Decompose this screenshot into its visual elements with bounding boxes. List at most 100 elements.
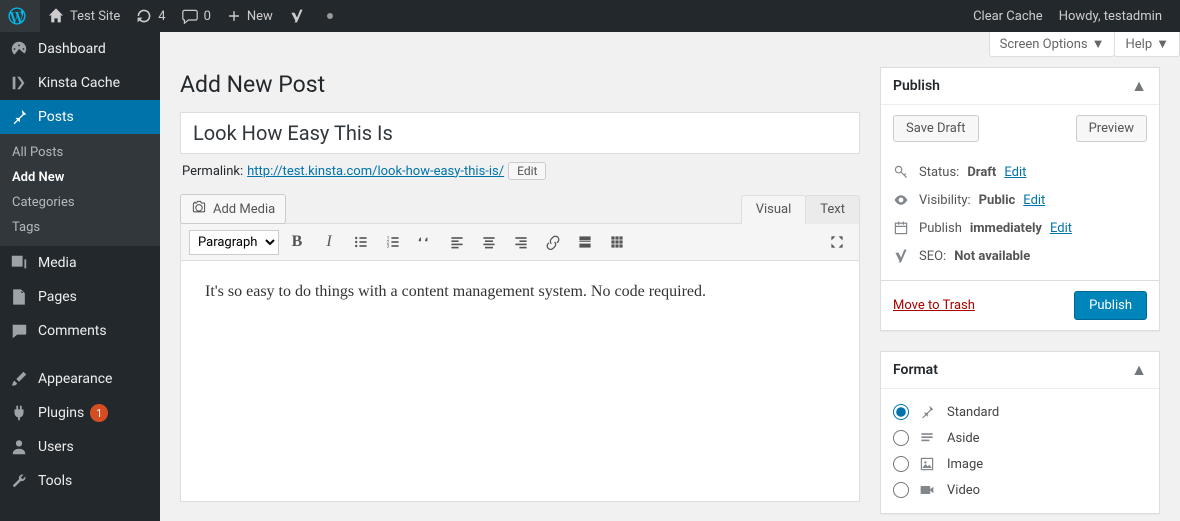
account-link[interactable]: Howdy, testadmin [1051, 0, 1170, 32]
format-aside[interactable]: Aside [893, 425, 1147, 451]
bold-button[interactable]: B [283, 228, 311, 256]
editor-text-tab[interactable]: Text [805, 195, 860, 224]
comment-icon [182, 8, 198, 24]
seo-label: SEO: [919, 249, 946, 264]
edit-status-link[interactable]: Edit [1004, 165, 1026, 180]
status-dot[interactable] [319, 0, 341, 32]
eye-icon [893, 192, 911, 208]
toolbar-toggle-button[interactable] [603, 228, 631, 256]
menu-appearance[interactable]: Appearance [0, 362, 160, 396]
aside-icon [919, 430, 937, 446]
publish-box-header[interactable]: Publish ▲ [881, 68, 1159, 105]
media-icon [10, 254, 30, 272]
visibility-label: Visibility: [919, 193, 971, 208]
new-label: New [247, 9, 273, 24]
format-image[interactable]: Image [893, 451, 1147, 477]
format-standard[interactable]: Standard [893, 399, 1147, 425]
editor-toolbar: Paragraph B I 123 [181, 224, 859, 261]
align-right-button[interactable] [507, 228, 535, 256]
align-center-button[interactable] [475, 228, 503, 256]
menu-posts[interactable]: Posts [0, 100, 160, 134]
comments-icon [10, 322, 30, 340]
preview-button[interactable]: Preview [1076, 115, 1147, 142]
permalink-row: Permalink: http://test.kinsta.com/look-h… [180, 154, 860, 194]
yoast-icon [289, 8, 305, 24]
wp-logo[interactable] [0, 0, 40, 32]
main-content: Screen Options▼ Help▼ Add New Post Perma… [160, 32, 1180, 521]
editor-visual-tab[interactable]: Visual [741, 195, 807, 224]
save-draft-button[interactable]: Save Draft [893, 115, 979, 142]
menu-pages[interactable]: Pages [0, 280, 160, 314]
link-button[interactable] [539, 228, 567, 256]
menu-tools[interactable]: Tools [0, 464, 160, 498]
wrench-icon [10, 472, 30, 490]
caret-down-icon: ▼ [1092, 36, 1105, 52]
kinsta-icon [10, 74, 30, 92]
pin-icon [919, 404, 937, 420]
image-icon [919, 456, 937, 472]
read-more-button[interactable] [571, 228, 599, 256]
align-left-button[interactable] [443, 228, 471, 256]
submenu-add-new[interactable]: Add New [0, 165, 160, 190]
plug-icon [10, 404, 30, 422]
pin-icon [10, 108, 30, 126]
format-select[interactable]: Paragraph [189, 230, 279, 255]
menu-kinsta-cache[interactable]: Kinsta Cache [0, 66, 160, 100]
circle-icon [327, 13, 333, 19]
new-content-link[interactable]: New [219, 0, 281, 32]
submenu-all-posts[interactable]: All Posts [0, 140, 160, 165]
menu-plugins[interactable]: Plugins1 [0, 396, 160, 430]
edit-date-link[interactable]: Edit [1050, 221, 1072, 236]
brush-icon [10, 370, 30, 388]
clear-cache-link[interactable]: Clear Cache [965, 0, 1051, 32]
admin-sidebar: Dashboard Kinsta Cache Posts All Posts A… [0, 32, 160, 521]
editor-container: Paragraph B I 123 It's so easy to do thi… [180, 223, 860, 502]
camera-icon [191, 199, 207, 219]
caret-up-icon: ▲ [1131, 360, 1147, 380]
yoast-icon [893, 248, 911, 264]
fullscreen-button[interactable] [823, 228, 851, 256]
italic-button[interactable]: I [315, 228, 343, 256]
edit-visibility-link[interactable]: Edit [1023, 193, 1045, 208]
comments-link[interactable]: 0 [174, 0, 219, 32]
blockquote-button[interactable] [411, 228, 439, 256]
updates-count: 4 [158, 9, 165, 24]
submenu-categories[interactable]: Categories [0, 190, 160, 215]
bulleted-list-button[interactable] [347, 228, 375, 256]
screen-options-tab[interactable]: Screen Options▼ [989, 32, 1116, 57]
menu-comments[interactable]: Comments [0, 314, 160, 348]
menu-media[interactable]: Media [0, 246, 160, 280]
status-label: Status: [919, 165, 959, 180]
site-name: Test Site [70, 9, 120, 24]
move-to-trash-link[interactable]: Move to Trash [893, 298, 975, 313]
status-value: Draft [967, 165, 996, 180]
page-icon [10, 288, 30, 306]
menu-dashboard[interactable]: Dashboard [0, 32, 160, 66]
visibility-value: Public [979, 193, 1016, 208]
user-icon [10, 438, 30, 456]
site-name-link[interactable]: Test Site [40, 0, 128, 32]
publish-button[interactable]: Publish [1074, 291, 1147, 320]
updates-link[interactable]: 4 [128, 0, 173, 32]
post-title-input[interactable] [180, 112, 860, 154]
posts-submenu: All Posts Add New Categories Tags [0, 134, 160, 246]
format-video[interactable]: Video [893, 477, 1147, 503]
edit-slug-button[interactable]: Edit [508, 162, 546, 180]
caret-down-icon: ▼ [1156, 36, 1169, 52]
help-tab[interactable]: Help▼ [1114, 32, 1180, 57]
permalink-link[interactable]: http://test.kinsta.com/look-how-easy-thi… [247, 164, 504, 179]
comments-count: 0 [204, 9, 211, 24]
submenu-tags[interactable]: Tags [0, 215, 160, 240]
format-box-header[interactable]: Format ▲ [881, 352, 1159, 389]
calendar-icon [893, 220, 911, 236]
page-title: Add New Post [180, 71, 860, 98]
add-media-button[interactable]: Add Media [180, 194, 286, 224]
numbered-list-button[interactable]: 123 [379, 228, 407, 256]
permalink-label: Permalink: [182, 164, 243, 179]
publish-box: Publish ▲ Save Draft Preview Status: Dra… [880, 67, 1160, 331]
seo-value: Not available [954, 249, 1030, 264]
seo-link[interactable] [281, 0, 319, 32]
video-icon [919, 482, 937, 498]
editor-content-area[interactable]: It's so easy to do things with a content… [181, 261, 859, 501]
menu-users[interactable]: Users [0, 430, 160, 464]
